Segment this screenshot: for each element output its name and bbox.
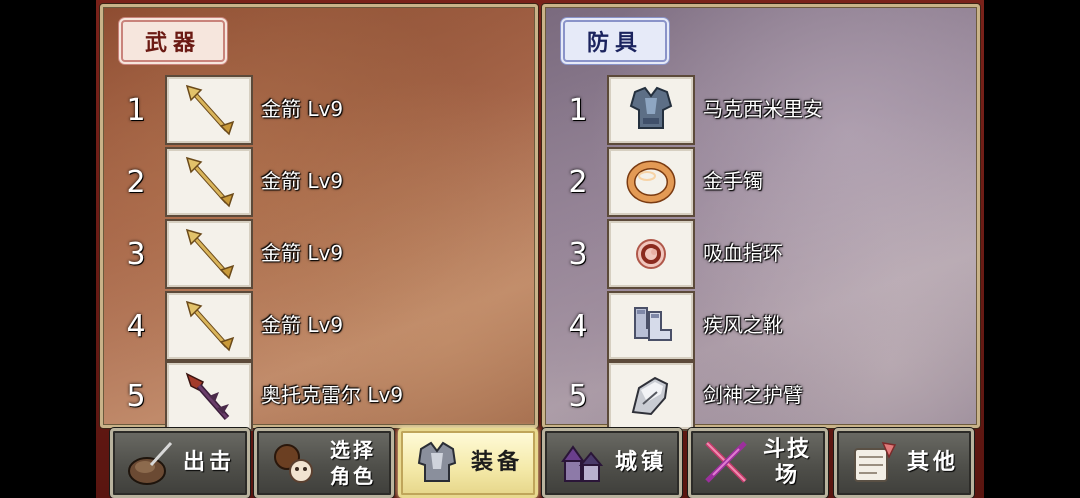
armor-slot-row[interactable]: 4 疾风之靴 <box>545 291 977 363</box>
armor-slot-row[interactable]: 1 马克西米里安 <box>545 75 977 147</box>
slot-number: 2 <box>126 165 146 200</box>
armor-slot[interactable] <box>607 291 695 361</box>
weapon-name: 金箭 Lv9 <box>261 241 344 265</box>
weapon-slot-row[interactable]: 4 金箭 Lv9 <box>103 291 535 363</box>
armor-slot[interactable] <box>607 147 695 217</box>
weapon-slot-row[interactable]: 5 奥托克雷尔 Lv9 <box>103 361 535 433</box>
weapon-name: 金箭 Lv9 <box>261 169 344 193</box>
armor-slot-row[interactable]: 2 金手镯 <box>545 147 977 219</box>
boots-icon <box>634 307 672 341</box>
spear-icon <box>185 372 230 420</box>
armor-panel: 防具 1 马克西米里安 2 金手镯 3 吸血指环 4 疾风之靴 5 剑神之护臂 <box>542 4 980 431</box>
other-button[interactable]: 其他 <box>834 428 974 498</box>
weapons-tab-label: 武器 <box>121 20 225 62</box>
sortie-label: 出击 <box>182 450 235 475</box>
armor-slot-row[interactable]: 5 剑神之护臂 <box>545 361 977 433</box>
weapon-name: 金箭 Lv9 <box>261 97 344 121</box>
weapon-slot-row[interactable]: 2 金箭 Lv9 <box>103 147 535 219</box>
sortie-button[interactable]: 出击 <box>110 428 250 498</box>
select-character-button[interactable]: 选择 角色 <box>254 428 394 498</box>
golden-arrow-icon <box>185 228 235 280</box>
slot-number: 4 <box>126 309 146 344</box>
town-label: 城镇 <box>614 450 667 475</box>
ring-icon <box>636 239 666 269</box>
weapon-slot-row[interactable]: 3 金箭 Lv9 <box>103 219 535 291</box>
armor-name: 马克西米里安 <box>703 97 823 121</box>
weapons-panel: 武器 1 金箭 Lv9 2 金箭 Lv9 3 金箭 Lv9 4 金箭 Lv9 5… <box>100 4 538 431</box>
weapon-slot[interactable] <box>165 147 253 217</box>
armor-slot[interactable] <box>607 219 695 289</box>
armor-name: 疾风之靴 <box>703 313 783 337</box>
golden-arrow-icon <box>185 84 235 136</box>
town-button[interactable]: 城镇 <box>542 428 682 498</box>
crossed-swords-icon <box>699 435 755 491</box>
scroll-icon <box>845 435 901 491</box>
armor-name: 剑神之护臂 <box>703 383 803 407</box>
armor-slot[interactable] <box>607 75 695 145</box>
select-character-label: 选择 角色 <box>330 438 376 488</box>
weapon-name: 金箭 Lv9 <box>261 313 344 337</box>
gauntlet-icon <box>631 376 669 416</box>
town-icon <box>553 435 609 491</box>
armor-slot[interactable] <box>607 361 695 431</box>
character-icon <box>265 435 321 491</box>
golden-arrow-icon <box>185 156 235 208</box>
slot-number: 1 <box>568 93 588 128</box>
slot-number: 3 <box>568 237 588 272</box>
bottom-navigation: 出击 选择 角色 装备 城镇 斗技场 其他 <box>100 428 980 498</box>
armor-name: 金手镯 <box>703 169 763 193</box>
slot-number: 5 <box>568 379 588 414</box>
slot-number: 4 <box>568 309 588 344</box>
other-label: 其他 <box>906 450 959 475</box>
arena-label: 斗技场 <box>762 437 811 488</box>
arena-button[interactable]: 斗技场 <box>688 428 828 498</box>
sortie-icon <box>121 435 177 491</box>
slot-number: 3 <box>126 237 146 272</box>
weapon-slot[interactable] <box>165 291 253 361</box>
armor-icon <box>409 435 465 491</box>
weapon-name: 奥托克雷尔 Lv9 <box>261 383 404 407</box>
plate-armor-icon <box>629 86 673 129</box>
weapon-slot[interactable] <box>165 361 253 431</box>
slot-number: 5 <box>126 379 146 414</box>
armor-tab-label: 防具 <box>563 20 667 62</box>
equipment-label: 装备 <box>470 450 523 475</box>
equipment-button[interactable]: 装备 <box>398 428 538 498</box>
weapon-slot-row[interactable]: 1 金箭 Lv9 <box>103 75 535 147</box>
weapon-slot[interactable] <box>165 219 253 289</box>
armor-name: 吸血指环 <box>703 241 783 265</box>
armor-slot-row[interactable]: 3 吸血指环 <box>545 219 977 291</box>
golden-arrow-icon <box>185 300 235 352</box>
bracelet-icon <box>626 160 676 204</box>
weapon-slot[interactable] <box>165 75 253 145</box>
slot-number: 1 <box>126 93 146 128</box>
slot-number: 2 <box>568 165 588 200</box>
